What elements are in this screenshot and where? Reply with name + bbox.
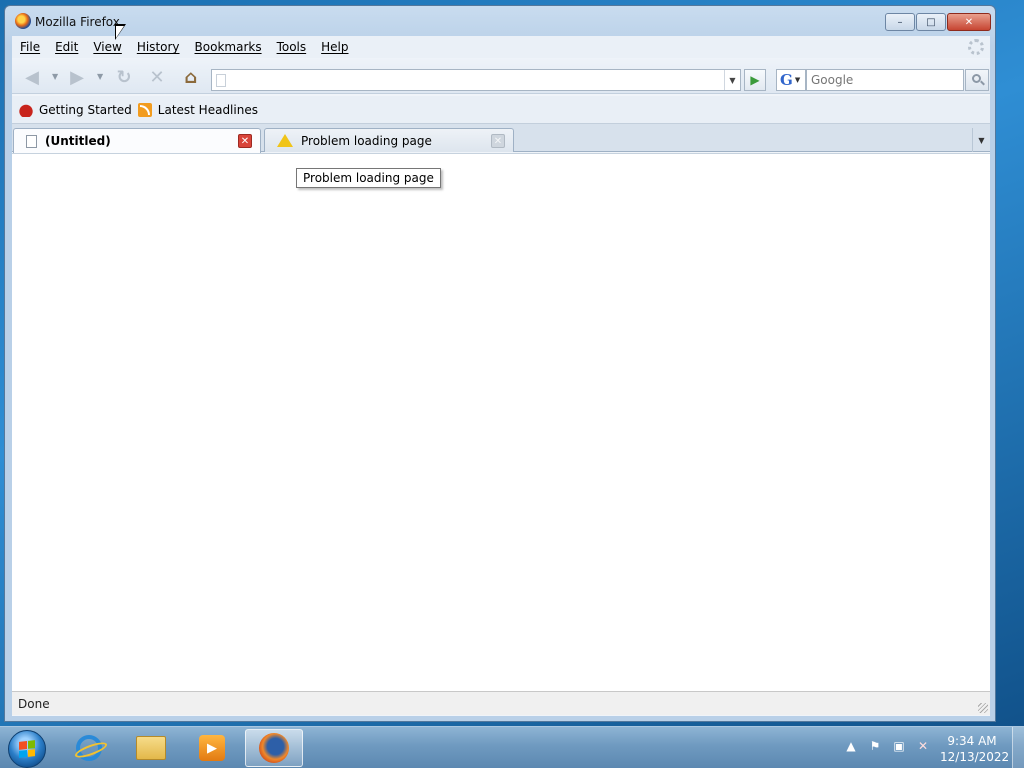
maximize-button[interactable]: □ <box>916 13 946 31</box>
taskbar-media-player[interactable]: ▶ <box>183 729 241 767</box>
status-text: Done <box>18 696 50 711</box>
menu-history[interactable]: History <box>129 40 187 54</box>
resize-grip[interactable] <box>978 703 988 713</box>
taskbar-internet-explorer[interactable] <box>60 729 118 767</box>
bookmark-getting-started[interactable]: Getting Started <box>18 102 132 117</box>
forward-history-dropdown[interactable]: ▼ <box>97 72 103 81</box>
home-icon: ⌂ <box>184 66 198 88</box>
firefox-bookmark-icon <box>18 102 34 117</box>
window-title: Mozilla Firefox <box>35 15 120 29</box>
go-arrow-icon: ▶ <box>750 73 760 87</box>
search-box[interactable] <box>806 69 964 91</box>
menu-view[interactable]: View <box>85 40 128 54</box>
menu-help[interactable]: Help <box>313 40 355 54</box>
close-button[interactable]: ✕ <box>947 13 991 31</box>
firefox-app-icon <box>15 13 31 29</box>
tab-strip: (Untitled) ✕ Problem loading page ✕ ▼ <box>12 124 990 153</box>
reload-button[interactable]: ↻ <box>112 65 136 89</box>
browser-client-area: File Edit View History Bookmarks Tools H… <box>12 36 990 716</box>
taskbar-firefox[interactable] <box>245 729 303 767</box>
page-content[interactable]: Problem loading page <box>12 153 990 691</box>
warning-icon <box>277 134 293 147</box>
go-button[interactable]: ▶ <box>744 69 766 91</box>
menu-bookmarks[interactable]: Bookmarks <box>187 40 269 54</box>
menu-tools[interactable]: Tools <box>269 40 314 54</box>
bookmark-label: Latest Headlines <box>157 102 258 117</box>
page-icon <box>216 74 226 87</box>
clock-date: 12/13/2022 <box>940 750 1010 764</box>
bookmark-latest-headlines[interactable]: Latest Headlines <box>137 102 258 117</box>
bookmarks-toolbar: Getting Started Latest Headlines <box>12 96 990 124</box>
search-engine-selector[interactable]: G ▼ <box>776 69 806 91</box>
show-desktop-button[interactable] <box>1012 727 1024 768</box>
windows-logo-icon <box>19 740 35 758</box>
google-engine-icon: G <box>780 71 793 89</box>
tab-tooltip: Problem loading page <box>296 168 441 188</box>
stop-button[interactable]: ✕ <box>145 65 169 89</box>
start-button[interactable] <box>8 730 46 768</box>
browser-window: Mozilla Firefox – □ ✕ File Edit View His… <box>4 5 996 722</box>
status-bar: Done <box>12 691 990 715</box>
url-bar[interactable]: ▼ <box>211 69 741 91</box>
system-clock[interactable]: 9:34 AM 12/13/2022 <box>940 733 1010 765</box>
back-arrow-icon: ◀ <box>25 66 39 88</box>
tab-close-button[interactable]: ✕ <box>238 134 252 148</box>
taskbar-windows-explorer[interactable] <box>122 729 180 767</box>
navigation-toolbar: ◀ ▼ ▶ ▼ ↻ ✕ ⌂ ▼ ▶ G ▼ <box>12 58 990 94</box>
stop-icon: ✕ <box>149 66 165 88</box>
throbber-icon <box>968 39 984 55</box>
ie-icon <box>76 735 102 761</box>
bookmark-label: Getting Started <box>39 102 132 117</box>
search-icon-handle <box>980 80 985 86</box>
tab-label: Problem loading page <box>301 133 432 148</box>
back-button[interactable]: ◀ <box>20 65 44 89</box>
folder-icon <box>136 736 166 760</box>
tab-untitled[interactable]: (Untitled) ✕ <box>13 128 261 153</box>
forward-button[interactable]: ▶ <box>65 65 89 89</box>
firefox-icon <box>259 733 289 763</box>
volume-muted-icon[interactable]: ✕ <box>916 739 930 753</box>
system-tray: ▲ ⚑ ▣ ✕ <box>844 739 930 753</box>
window-controls: – □ ✕ <box>885 13 991 31</box>
chevron-down-icon: ▼ <box>794 76 801 84</box>
menu-edit[interactable]: Edit <box>47 40 85 54</box>
taskbar: ▶ ▲ ⚑ ▣ ✕ 9:34 AM 12/13/2022 <box>0 726 1024 768</box>
rss-feed-icon <box>137 102 152 117</box>
clock-time: 9:34 AM <box>947 734 997 748</box>
menu-file[interactable]: File <box>12 40 47 54</box>
search-button[interactable] <box>965 69 989 91</box>
network-icon[interactable]: ▣ <box>892 739 906 753</box>
url-input[interactable] <box>232 72 712 88</box>
url-history-dropdown[interactable]: ▼ <box>724 70 740 90</box>
show-hidden-icons-icon[interactable]: ▲ <box>844 739 858 753</box>
tab-problem-loading[interactable]: Problem loading page ✕ <box>264 128 514 152</box>
tab-list-button[interactable]: ▼ <box>972 128 990 152</box>
forward-arrow-icon: ▶ <box>70 66 84 88</box>
mouse-cursor-icon <box>115 24 126 40</box>
back-history-dropdown[interactable]: ▼ <box>52 72 58 81</box>
tab-label: (Untitled) <box>45 134 111 148</box>
menu-bar: File Edit View History Bookmarks Tools H… <box>12 36 990 58</box>
minimize-button[interactable]: – <box>885 13 915 31</box>
tab-close-button[interactable]: ✕ <box>491 134 505 148</box>
page-icon <box>26 134 37 148</box>
action-center-flag-icon[interactable]: ⚑ <box>868 739 882 753</box>
reload-icon: ↻ <box>116 66 132 88</box>
home-button[interactable]: ⌂ <box>179 65 203 89</box>
media-player-icon: ▶ <box>199 735 225 761</box>
search-input[interactable] <box>811 73 959 87</box>
title-bar[interactable]: Mozilla Firefox – □ ✕ <box>5 6 995 36</box>
